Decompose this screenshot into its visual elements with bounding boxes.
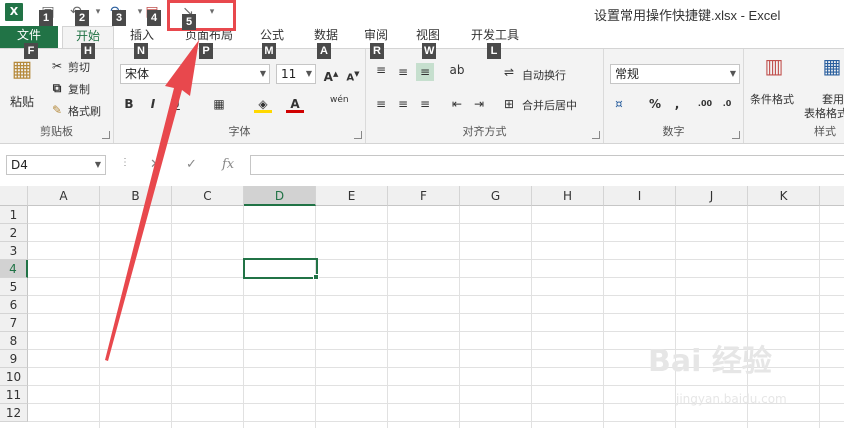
keytip-developer: L xyxy=(487,43,501,59)
keytip-home: H xyxy=(81,43,95,59)
annotation-arrow xyxy=(105,40,199,361)
keytip-view: W xyxy=(422,43,437,59)
keytip-review: R xyxy=(370,43,384,59)
keytip-insert: N xyxy=(134,43,148,59)
keytip-5: 5 xyxy=(182,14,196,30)
arrow-shape xyxy=(105,40,199,361)
keytip-data: A xyxy=(317,43,331,59)
keytip-formulas: M xyxy=(262,43,276,59)
highlight-box xyxy=(167,0,236,31)
keytip-4: 4 xyxy=(147,10,161,26)
keytip-page-layout: P xyxy=(199,43,213,59)
keytip-3: 3 xyxy=(112,10,126,26)
keytip-2: 2 xyxy=(75,10,89,26)
keytip-file: F xyxy=(24,43,38,59)
keytip-1: 1 xyxy=(39,10,53,26)
